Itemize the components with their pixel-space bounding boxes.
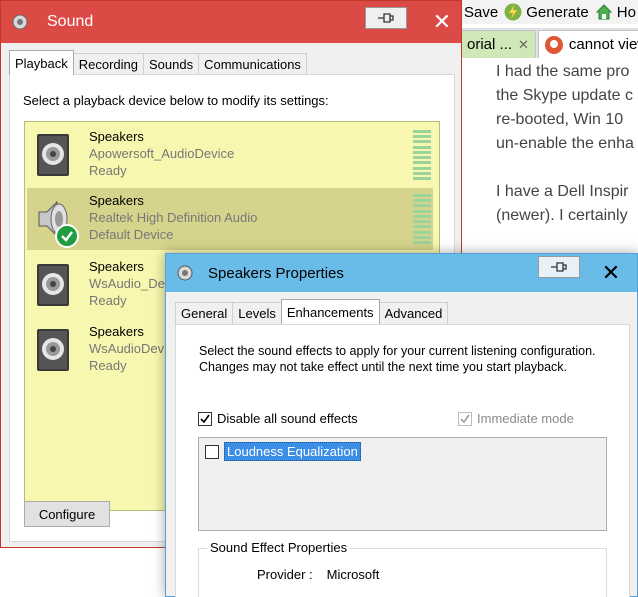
device-driver: Apowersoft_AudioDevice (89, 146, 235, 161)
lightning-icon (504, 3, 522, 21)
checkbox-box[interactable] (198, 411, 212, 426)
immediate-mode-label: Immediate mode (477, 411, 574, 426)
checkbox-box[interactable] (205, 444, 219, 459)
sound-window-title: Sound (47, 13, 94, 30)
browser-tab-1[interactable]: orial ... ✕ (460, 30, 536, 58)
tab-sounds[interactable]: Sounds (143, 53, 200, 75)
device-status: Ready (89, 293, 127, 308)
article-line: (newer). I certainly (496, 207, 628, 224)
speaker-icon (177, 265, 193, 281)
tab-advanced[interactable]: Advanced (378, 302, 449, 324)
speaker-device-icon (37, 134, 69, 176)
level-meter (413, 130, 431, 180)
effects-list[interactable]: Loudness Equalization (198, 437, 607, 531)
tab-label: Enhancements (286, 304, 374, 320)
enhancements-description: Select the sound effects to apply for yo… (199, 344, 596, 374)
device-item-default[interactable]: Speakers Realtek High Definition Audio D… (27, 188, 433, 250)
device-status: Default Device (89, 227, 174, 242)
device-item[interactable]: Speakers Apowersoft_AudioDevice Ready (27, 124, 433, 186)
group-title: Sound Effect Properties (207, 540, 351, 555)
device-name: Speakers (89, 324, 144, 339)
article-line: un-enable the enha (496, 135, 634, 152)
enhancements-panel: Select the sound effects to apply for yo… (175, 324, 630, 597)
tab-label: Advanced (384, 306, 443, 321)
tab-label: Playback (15, 55, 68, 71)
playback-instruction: Select a playback device below to modify… (23, 93, 329, 108)
provider-label: Provider : (257, 567, 313, 582)
device-status: Ready (89, 358, 127, 373)
article-line: the Skype update c (496, 87, 633, 104)
speaker-icon (12, 14, 28, 30)
sound-titlebar[interactable]: Sound ✕ (1, 1, 461, 43)
toolbar-home[interactable]: Ho (617, 4, 636, 21)
disable-all-effects-checkbox[interactable]: Disable all sound effects (198, 411, 358, 426)
device-name: Speakers (89, 129, 144, 144)
browser-tab-1-label: orial ... (467, 36, 513, 53)
tab-levels[interactable]: Levels (232, 302, 282, 324)
article-paragraph: I have a Dell Inspir (newer). I certainl… (496, 180, 638, 228)
pin-icon (378, 13, 394, 23)
close-icon[interactable]: ✕ (598, 260, 624, 286)
tab-label: Levels (238, 306, 276, 321)
browser-tab-2[interactable]: cannot view (537, 30, 638, 58)
toolbar-home-label: Ho (616, 3, 636, 21)
level-meter (413, 194, 431, 244)
pin-icon (551, 262, 567, 272)
toolbar-save-label: Save (464, 3, 499, 21)
device-status: Ready (89, 163, 127, 178)
article-paragraph: I had the same pro the Skype update c re… (496, 60, 638, 156)
checkbox-box[interactable] (458, 411, 472, 426)
props-tab-bar: General Levels Enhancements Advanced (175, 299, 449, 324)
article-line: re-booted, Win 10 (496, 111, 624, 128)
device-driver: Realtek High Definition Audio (89, 210, 258, 225)
immediate-mode-checkbox[interactable]: Immediate mode (458, 411, 574, 426)
toolbar-save[interactable]: Save (464, 4, 498, 21)
speaker-device-icon (37, 329, 69, 371)
tab-label: Recording (78, 57, 139, 72)
tab-enhancements[interactable]: Enhancements (280, 299, 380, 324)
duckduckgo-icon (544, 35, 563, 54)
sound-effect-properties-group: Sound Effect Properties Provider : Micro… (198, 540, 607, 597)
tab-playback[interactable]: Playback (9, 50, 74, 75)
tab-label: Communications (204, 57, 301, 72)
close-icon[interactable]: ✕ (429, 9, 455, 35)
provider-row: Provider : Microsoft (257, 567, 379, 582)
device-name: Speakers (89, 193, 144, 208)
article-line: I have a Dell Inspir (496, 183, 629, 200)
browser-toolbar: Save Generate Ho (460, 0, 638, 24)
device-name: Speakers (89, 259, 144, 274)
article-line: I had the same pro (496, 63, 630, 80)
checkmark-icon (460, 414, 470, 423)
props-titlebar[interactable]: Speakers Properties ✕ (166, 254, 637, 292)
tab-recording[interactable]: Recording (72, 53, 145, 75)
disable-all-label: Disable all sound effects (217, 411, 358, 426)
article-text: I had the same pro the Skype update c re… (496, 60, 638, 252)
pin-button[interactable] (538, 256, 580, 278)
pin-button[interactable] (365, 7, 407, 29)
checkmark-icon (200, 414, 210, 423)
toolbar-generate-label: Generate (526, 3, 589, 21)
home-icon (595, 4, 612, 20)
provider-value: Microsoft (326, 567, 380, 582)
close-icon[interactable]: ✕ (518, 37, 529, 53)
tab-communications[interactable]: Communications (198, 53, 307, 75)
tab-label: General (181, 306, 228, 321)
tab-label: Sounds (149, 57, 194, 72)
toolbar-generate[interactable]: Generate (526, 4, 589, 21)
browser-tab-strip: orial ... ✕ cannot view (460, 28, 638, 58)
effect-label: Loudness Equalization (224, 442, 361, 461)
configure-button[interactable]: Configure (24, 501, 110, 527)
props-window-title: Speakers Properties (208, 264, 344, 282)
tab-general[interactable]: General (175, 302, 234, 324)
speaker-device-icon (37, 264, 69, 306)
effect-item-loudness-equalization[interactable]: Loudness Equalization (205, 442, 361, 461)
sound-tab-bar: Playback Recording Sounds Communications (9, 50, 307, 75)
browser-tab-2-label: cannot view (568, 36, 638, 53)
speakers-properties-window: Speakers Properties ✕ General Levels Enh… (165, 253, 638, 597)
checkmark-icon (55, 224, 79, 248)
